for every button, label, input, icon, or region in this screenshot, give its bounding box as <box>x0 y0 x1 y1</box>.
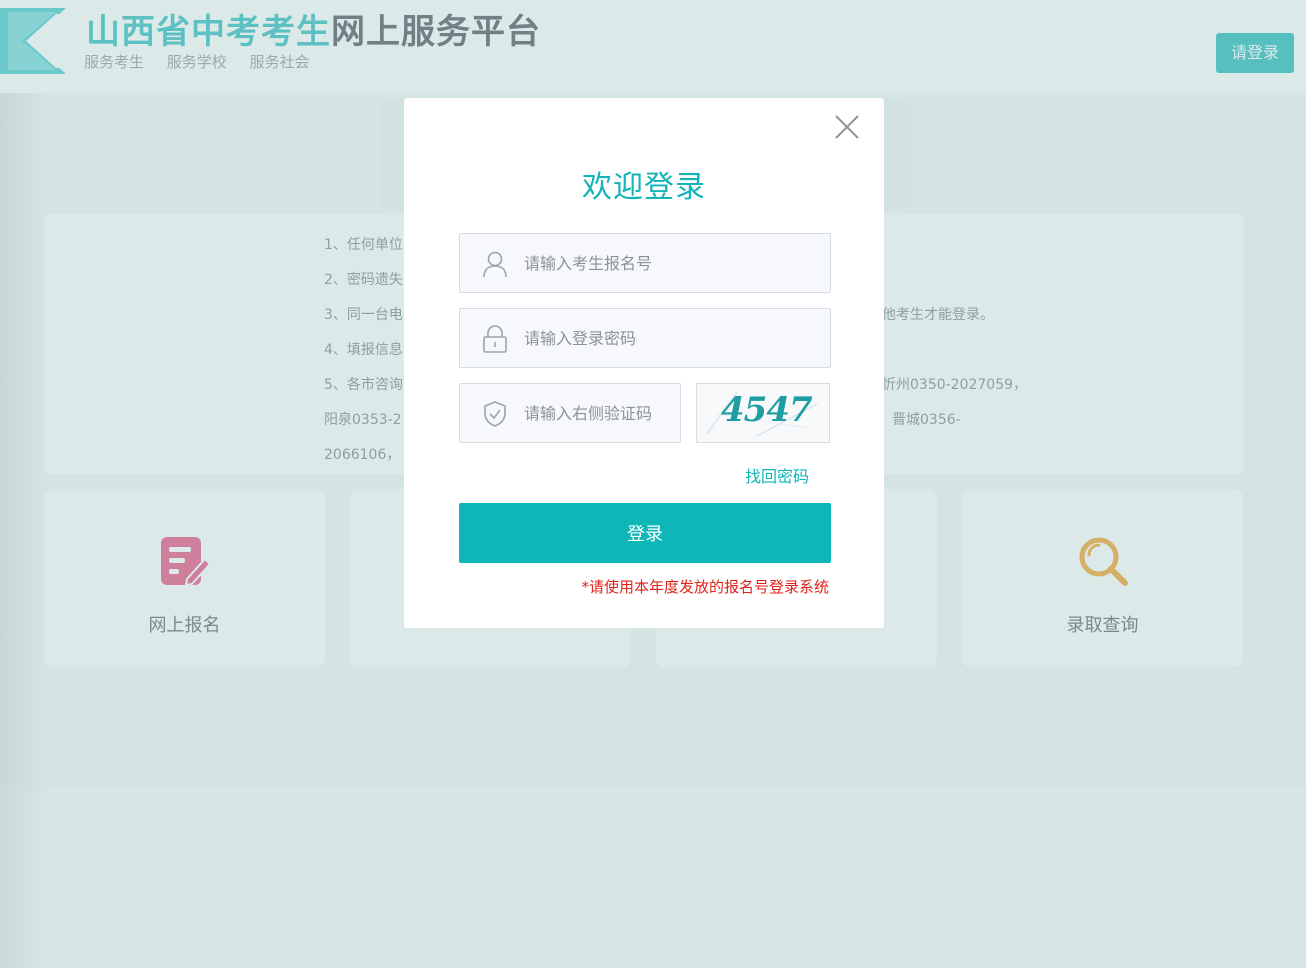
captcha-field[interactable] <box>459 383 681 443</box>
shield-check-icon <box>484 401 506 427</box>
user-icon <box>483 251 507 278</box>
login-modal: 欢迎登录 4547 找回密码 登录 *请使用本年度发放的报名号登录系 <box>404 98 884 628</box>
close-icon[interactable] <box>834 114 860 140</box>
modal-title: 欢迎登录 <box>582 170 706 205</box>
lock-icon <box>483 325 507 353</box>
captcha-image[interactable]: 4547 <box>696 383 830 443</box>
captcha-input[interactable] <box>524 384 674 442</box>
username-field[interactable] <box>459 233 831 293</box>
login-submit-button[interactable]: 登录 <box>459 503 831 563</box>
password-input[interactable] <box>524 309 814 367</box>
username-input[interactable] <box>524 234 814 292</box>
password-field[interactable] <box>459 308 831 368</box>
login-tip: *请使用本年度发放的报名号登录系统 <box>581 578 829 596</box>
forgot-password-link[interactable]: 找回密码 <box>745 463 809 487</box>
captcha-text: 4547 <box>721 390 813 430</box>
